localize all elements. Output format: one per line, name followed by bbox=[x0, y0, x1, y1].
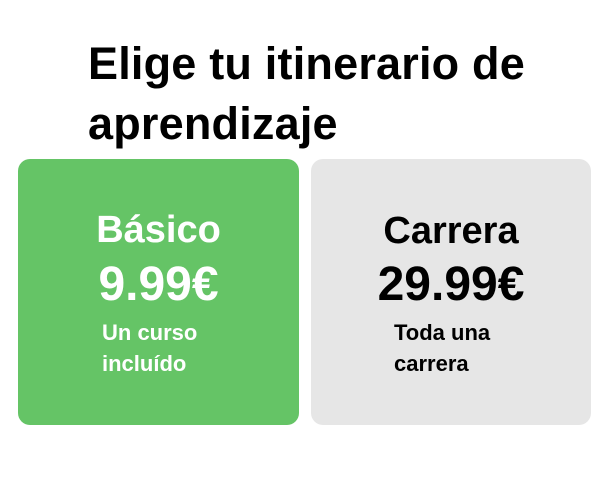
plan-name: Básico bbox=[96, 209, 221, 251]
plan-price: 9.99€ bbox=[98, 258, 219, 311]
plan-price: 29.99€ bbox=[377, 258, 525, 311]
plan-name: Carrera bbox=[383, 210, 519, 252]
plan-description: Un curso incluído bbox=[102, 320, 198, 376]
plan-card-career[interactable]: Carrera 29.99€ Toda una carrera bbox=[311, 159, 591, 425]
plan-description: Toda una carrera bbox=[394, 320, 491, 376]
plan-card-basic[interactable]: Básico 9.99€ Un curso incluído bbox=[18, 159, 299, 425]
page-title: Elige tu itinerario de aprendizaje bbox=[88, 38, 525, 149]
